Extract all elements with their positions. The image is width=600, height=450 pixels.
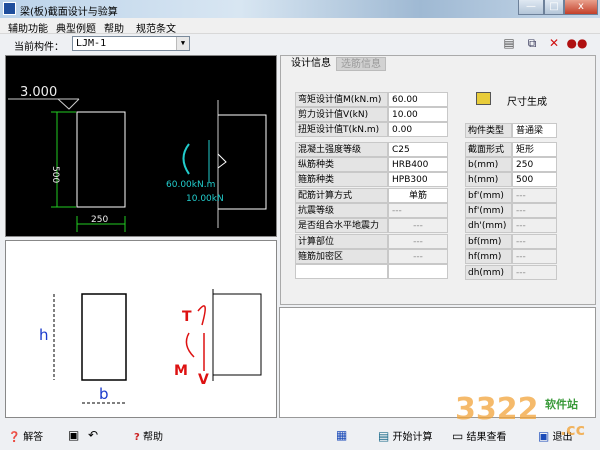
stirrup-dense-field[interactable]: --- [388,249,448,264]
copy-icon[interactable]: ⧉ [524,36,540,51]
section-label: bf(mm) [465,234,512,249]
close-button[interactable]: x [564,0,598,15]
b-input[interactable]: 250 [512,157,557,172]
question-icon: ? [134,432,140,443]
maximize-button[interactable]: □ [544,0,564,15]
V-label: V [198,372,209,388]
tab-design-info[interactable]: 设计信息 [287,57,335,71]
watermark-sub: 软件站 [545,398,578,411]
watermark-cc: .cc [560,420,586,439]
beam-drawing: 3.000 500 250 60.00kN.m 10.00kN [8,85,267,232]
shear-input[interactable]: 10.00 [388,107,448,122]
concrete-grade-field[interactable]: C25 [388,142,448,157]
component-select[interactable]: LJM-1 ▼ [72,36,190,51]
fruit-icon[interactable]: ●● [566,36,588,50]
help-label: 帮助 [143,432,163,443]
stirrup-field[interactable]: HPB300 [388,172,448,187]
section-sketch: h b T M V [5,240,277,418]
h-input[interactable]: 500 [512,172,557,187]
save-icon[interactable]: ▣ [68,428,79,442]
section-label: h(mm) [465,172,512,187]
results-button[interactable]: ▭ 结果查看 [452,428,507,443]
dh-prime-input[interactable]: --- [512,218,557,233]
material-label: 箍筋种类 [295,172,388,187]
seismic-grade-field[interactable]: --- [388,203,448,218]
undo-icon[interactable]: ↶ [88,428,98,442]
T-label: T [182,309,192,325]
app-icon [3,2,16,15]
answer-button[interactable]: ❓ 解答 [8,428,44,444]
shear-label: 10.00kN [186,194,224,204]
calc-method-field[interactable]: 单筋 [388,188,448,203]
size-generate-icon[interactable] [476,92,491,105]
tab-rebar-info[interactable]: 选筋信息 [336,57,386,71]
empty-cell [295,264,388,279]
section-shape-field[interactable]: 矩形 [512,142,557,157]
delete-icon[interactable]: ✕ [546,36,562,50]
menu-examples[interactable]: 典型例题 [56,20,96,35]
material-label: 是否组合水平地震力 [295,218,388,233]
calculator-icon: ▤ [378,429,390,443]
hf-prime-input[interactable]: --- [512,203,557,218]
start-calc-label: 开始计算 [392,432,433,443]
exit-icon: ▣ [538,429,550,443]
answer-label: 解答 [23,432,44,443]
elevation-label: 3.000 [20,85,57,100]
watermark-logo: 3322 [455,392,539,427]
diagram-icon[interactable]: ▦ [336,428,347,442]
size-generate-button[interactable]: 尺寸生成 [507,93,547,108]
section-label: 截面形式 [465,142,512,157]
menu-bar: 辅助功能 典型例题 帮助 规范条文 [0,18,600,35]
dh-input[interactable]: --- [512,265,557,280]
empty-cell [388,264,448,279]
monitor-icon: ▭ [452,429,464,443]
h-label: h [39,326,49,344]
long-rebar-field[interactable]: HRB400 [388,157,448,172]
moment-input[interactable]: 60.00 [388,92,448,107]
material-label: 计算部位 [295,234,388,249]
results-label: 结果查看 [466,432,507,443]
material-label: 箍筋加密区 [295,249,388,264]
menu-tools[interactable]: 辅助功能 [8,20,48,35]
M-label: M [174,363,188,379]
material-label: 配筋计算方式 [295,188,388,203]
moment-label: 60.00kN.m [166,180,215,190]
help-button[interactable]: ? 帮助 [134,428,163,443]
bf-input[interactable]: --- [512,234,557,249]
section-label: b(mm) [465,157,512,172]
height-dim-label: 500 [50,166,60,183]
window-title: 梁(板)截面设计与验算 [20,7,118,18]
menu-code[interactable]: 规范条文 [136,20,176,35]
section-label: hf'(mm) [465,203,512,218]
new-icon[interactable]: ▤ [501,36,517,50]
component-label: 当前构件： [14,42,64,53]
load-label: 弯矩设计值M(kN.m) [295,92,388,107]
section-diagram: h b T M V [39,289,262,404]
minimize-button[interactable]: — [518,0,544,15]
torque-input[interactable]: 0.00 [388,122,448,137]
section-label: hf(mm) [465,249,512,264]
chevron-down-icon[interactable]: ▼ [176,37,189,50]
menu-help[interactable]: 帮助 [104,20,124,35]
bf-prime-input[interactable]: --- [512,188,557,203]
book-icon: ❓ [8,431,21,443]
b-label: b [99,385,109,403]
section-label: bf'(mm) [465,188,512,203]
seismic-combo-field[interactable]: --- [388,218,448,233]
section-label: dh'(mm) [465,218,512,233]
material-label: 纵筋种类 [295,157,388,172]
load-label: 扭矩设计值T(kN.m) [295,122,388,137]
section-label: dh(mm) [465,265,512,280]
drawing-canvas: 3.000 500 250 60.00kN.m 10.00kN [5,55,277,237]
calc-location-field[interactable]: --- [388,234,448,249]
start-calc-button[interactable]: ▤ 开始计算 [378,428,433,443]
load-label: 剪力设计值V(kN) [295,107,388,122]
member-type-field[interactable]: 普通梁 [512,123,557,138]
material-label: 抗震等级 [295,203,388,218]
hf-input[interactable]: --- [512,249,557,264]
component-value: LJM-1 [76,38,107,49]
width-dim-label: 250 [91,215,108,225]
member-type-label: 构件类型 [465,123,512,138]
material-label: 混凝土强度等级 [295,142,388,157]
